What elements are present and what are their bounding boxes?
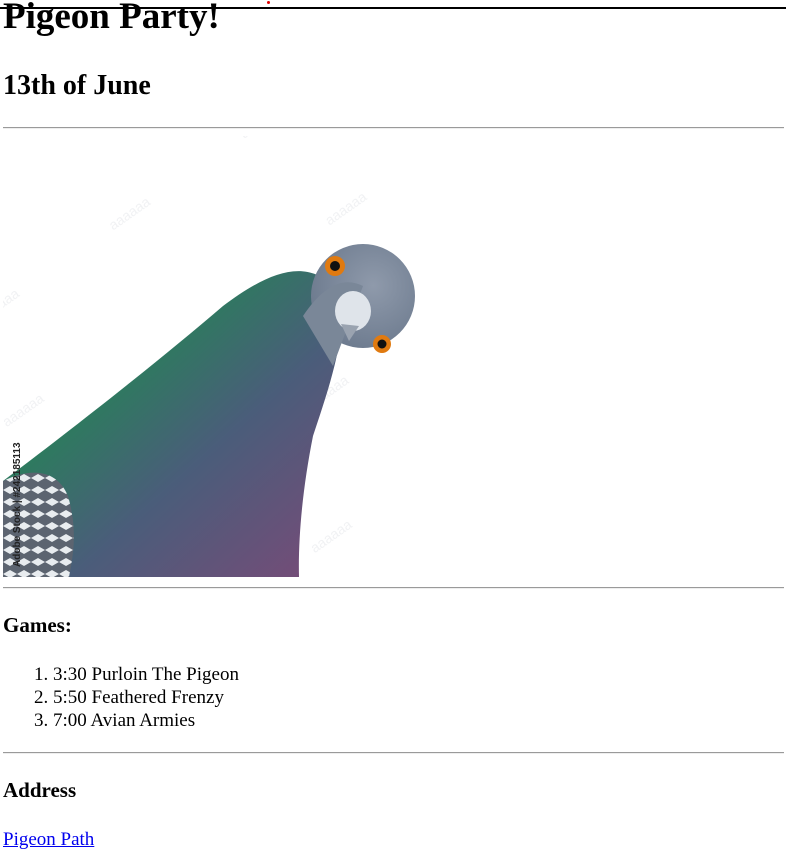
svg-text:aaaaaa: aaaaaa [322,188,370,228]
cursor-marker [267,1,270,4]
svg-text:aaaaaa: aaaaaa [237,136,285,141]
image-watermark: Adobe Stock | #242185113 [12,442,23,567]
svg-text:aaaaaa: aaaaaa [3,285,22,325]
games-list: 3:30 Purloin The Pigeon 5:50 Feathered F… [3,663,239,732]
games-heading: Games: [3,613,72,637]
list-item: 5:50 Feathered Frenzy [53,686,239,709]
pigeon-photo: aaaaaa aaaaaa aaaaaa aaaaaa aaaaaa aaaaa… [3,136,423,577]
divider-middle [3,587,784,589]
address-link[interactable]: Pigeon Path [3,828,94,852]
svg-text:aaaaaa: aaaaaa [3,390,47,430]
list-item: 7:00 Avian Armies [53,709,239,732]
divider-top [3,127,784,129]
svg-text:aaaaaa: aaaaaa [307,516,355,556]
page-title: Pigeon Party! [3,0,220,37]
divider-bottom [3,752,784,754]
event-date: 13th of June [3,70,151,101]
list-item: 3:30 Purloin The Pigeon [53,663,239,686]
svg-text:aaaaaa: aaaaaa [106,193,154,233]
address-heading: Address [3,778,77,802]
